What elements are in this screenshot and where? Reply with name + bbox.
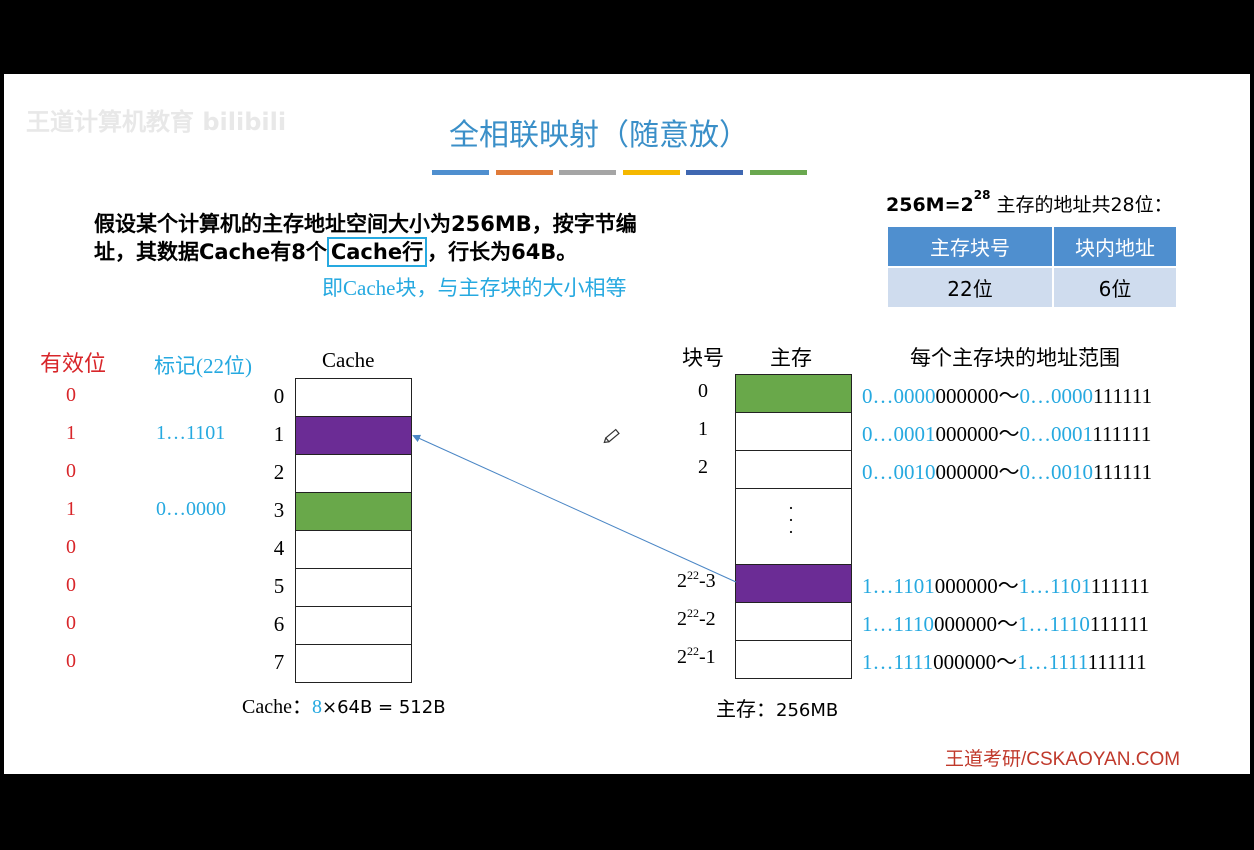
pencil-icon	[603, 428, 620, 444]
footer-brand: 王道考研/CSKAOYAN.COM	[945, 749, 1181, 770]
slide: 王道计算机教育 bilibili 全相联映射（随意放） 假设某个计算机的主存地址…	[4, 74, 1250, 774]
mapping-arrow	[412, 428, 737, 583]
